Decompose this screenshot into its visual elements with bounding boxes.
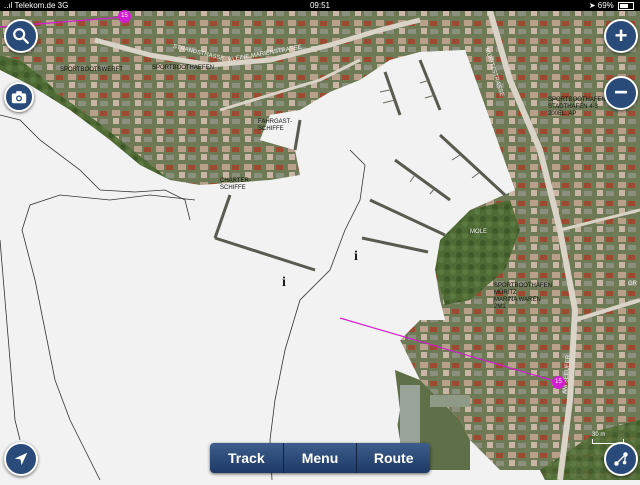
search-button[interactable] [4, 19, 38, 53]
battery-icon [618, 1, 634, 10]
map-label: Sportboothafen Müritz Marina Waren 2m1 [494, 283, 552, 310]
map-label: Sportboothafen Stadthafen 4-3 200el. AP [548, 97, 606, 117]
track-button[interactable]: Track [210, 443, 284, 473]
route-nodes-button[interactable] [604, 442, 638, 476]
battery-label: 69% [597, 1, 614, 10]
locate-button[interactable] [4, 442, 38, 476]
plus-icon: + [614, 23, 628, 48]
map-label: Gr [628, 281, 637, 287]
clock: 09:51 [309, 1, 331, 10]
nautical-map[interactable]: Strandstraße Kleine Marienstraße Sportbo… [0, 10, 640, 481]
map-label: Sportbootswerft [60, 67, 123, 73]
camera-button[interactable] [4, 82, 34, 112]
scale-label: 30 m [592, 432, 606, 438]
route-icon [614, 452, 628, 466]
map-label: Sportboothaefen [152, 65, 214, 71]
route-button[interactable]: Route [357, 443, 430, 473]
info-marker[interactable]: i [282, 275, 286, 291]
minus-icon: − [613, 79, 628, 106]
map-canvas[interactable] [0, 10, 640, 481]
menu-button[interactable]: Menu [283, 443, 358, 473]
info-marker[interactable]: i [354, 249, 358, 265]
camera-icon [11, 91, 27, 104]
map-label: Charter- schiffe [220, 178, 251, 191]
status-bar: ..ıl Telekom.de 3G 09:51 ➤ 69% [0, 0, 640, 11]
map-label: Mole [470, 229, 488, 235]
waypoint-marker[interactable]: 15 [552, 376, 565, 389]
search-icon [13, 28, 29, 44]
zoom-out-button[interactable]: − [604, 76, 638, 110]
map-label: Fahrgast- schiffe [258, 119, 293, 132]
location-arrow-icon [14, 452, 28, 466]
bottom-toolbar: Track Menu Route [210, 443, 430, 473]
zoom-in-button[interactable]: + [604, 19, 638, 53]
location-services-icon: ➤ [588, 1, 596, 10]
waypoint-marker[interactable]: 15 [118, 10, 131, 23]
